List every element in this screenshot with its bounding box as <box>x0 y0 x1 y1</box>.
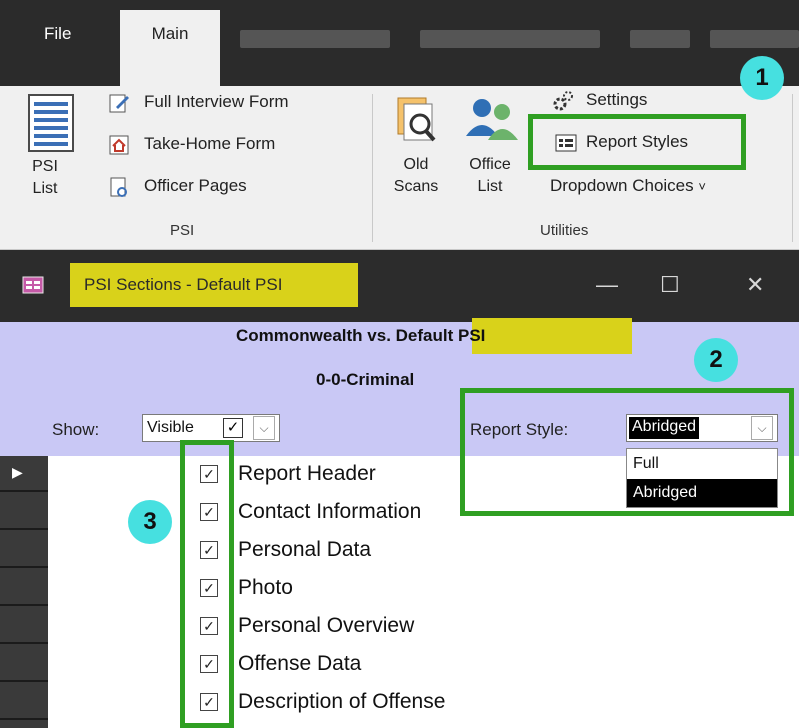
redacted-tab <box>710 30 799 48</box>
psi-list-label-line1: PSI <box>32 158 58 175</box>
office-list-label-line1: Office <box>469 156 511 173</box>
section-name[interactable]: Contact Information <box>238 500 421 524</box>
show-filter-value: Visible <box>147 419 194 436</box>
window-title: PSI Sections - Default PSI <box>84 275 283 294</box>
officer-page-icon <box>110 177 127 197</box>
tab-file[interactable]: File <box>44 24 71 44</box>
window-title-highlight: PSI Sections - Default PSI <box>70 263 358 307</box>
current-record-arrow-icon: ▶ <box>12 464 23 480</box>
callout-box-report-styles <box>528 114 746 170</box>
checkmark-icon: ✓ <box>223 418 243 438</box>
old-scans-label: Old Scans <box>388 154 444 198</box>
group-separator <box>372 94 373 242</box>
settings-button[interactable]: Settings <box>586 90 647 110</box>
section-name[interactable]: Photo <box>238 576 293 600</box>
record-selector[interactable] <box>0 570 48 606</box>
maximize-button[interactable]: ☐ <box>660 272 680 298</box>
close-button[interactable]: ✕ <box>746 272 764 298</box>
magnifier-documents-icon <box>397 97 436 142</box>
list-icon <box>28 94 74 152</box>
psi-list-label-line2: List <box>32 180 58 197</box>
record-selector[interactable] <box>0 532 48 568</box>
psi-list-label: PSI List <box>22 156 68 200</box>
psi-list-button[interactable]: PSI List <box>22 94 80 206</box>
title-highlight <box>472 318 632 354</box>
gear-icon <box>553 91 573 111</box>
record-selector[interactable] <box>0 494 48 530</box>
form-title-psi-name: Default PSI <box>395 326 486 345</box>
record-selector[interactable] <box>0 646 48 682</box>
office-list-label-line2: List <box>477 178 503 195</box>
redacted-tab <box>630 30 690 48</box>
form-icon <box>22 276 44 294</box>
office-list-button[interactable]: Office List <box>458 96 528 206</box>
dropdown-choices-label: Dropdown Choices <box>550 176 694 195</box>
form-title: Commonwealth vs. Default PSI <box>236 326 485 346</box>
group-separator <box>792 94 793 242</box>
officer-pages-button[interactable]: Officer Pages <box>144 176 247 196</box>
dropdown-choices-button[interactable]: Dropdown Choices ˅ <box>550 176 706 196</box>
redacted-tab <box>420 30 600 48</box>
section-name[interactable]: Description of Offense <box>238 690 445 714</box>
callout-box-report-style-field <box>460 388 794 516</box>
section-name[interactable]: Report Header <box>238 462 376 486</box>
psi-group-label: PSI <box>170 222 195 239</box>
chevron-down-icon: ˅ <box>698 179 706 194</box>
utilities-group-label: Utilities <box>540 222 589 239</box>
show-label: Show: <box>52 420 100 439</box>
form-title-prefix: Commonwealth vs. <box>236 326 391 345</box>
take-home-form-button[interactable]: Take-Home Form <box>144 134 275 154</box>
record-selector[interactable]: ▶ <box>0 456 48 492</box>
chevron-down-icon[interactable]: ⌵ <box>253 416 275 440</box>
minimize-button[interactable]: — <box>596 272 618 298</box>
redacted-tab <box>240 30 390 48</box>
section-name[interactable]: Personal Overview <box>238 614 414 638</box>
old-scans-label-line2: Scans <box>393 178 439 195</box>
old-scans-button[interactable]: Old Scans <box>388 96 444 206</box>
people-icon <box>466 99 518 140</box>
full-interview-form-button[interactable]: Full Interview Form <box>144 92 289 112</box>
home-icon <box>109 135 129 155</box>
record-selector-column: ▶ <box>0 456 48 728</box>
form-edit-icon <box>109 94 129 113</box>
old-scans-label-line1: Old <box>403 156 429 173</box>
show-filter-combo[interactable]: Visible ✓ ⌵ <box>142 414 280 442</box>
section-name[interactable]: Offense Data <box>238 652 361 676</box>
callout-badge-2: 2 <box>694 338 738 382</box>
callout-badge-3: 3 <box>128 500 172 544</box>
callout-box-visibility-checkboxes <box>180 440 234 728</box>
record-selector[interactable] <box>0 608 48 644</box>
ribbon-tab-bar: File Main <box>0 0 799 86</box>
record-selector[interactable] <box>0 684 48 720</box>
callout-badge-1: 1 <box>740 56 784 100</box>
section-name[interactable]: Personal Data <box>238 538 371 562</box>
case-number: 0-0-Criminal <box>316 370 415 389</box>
tab-main[interactable]: Main <box>120 10 220 86</box>
office-list-label: Office List <box>458 154 522 198</box>
